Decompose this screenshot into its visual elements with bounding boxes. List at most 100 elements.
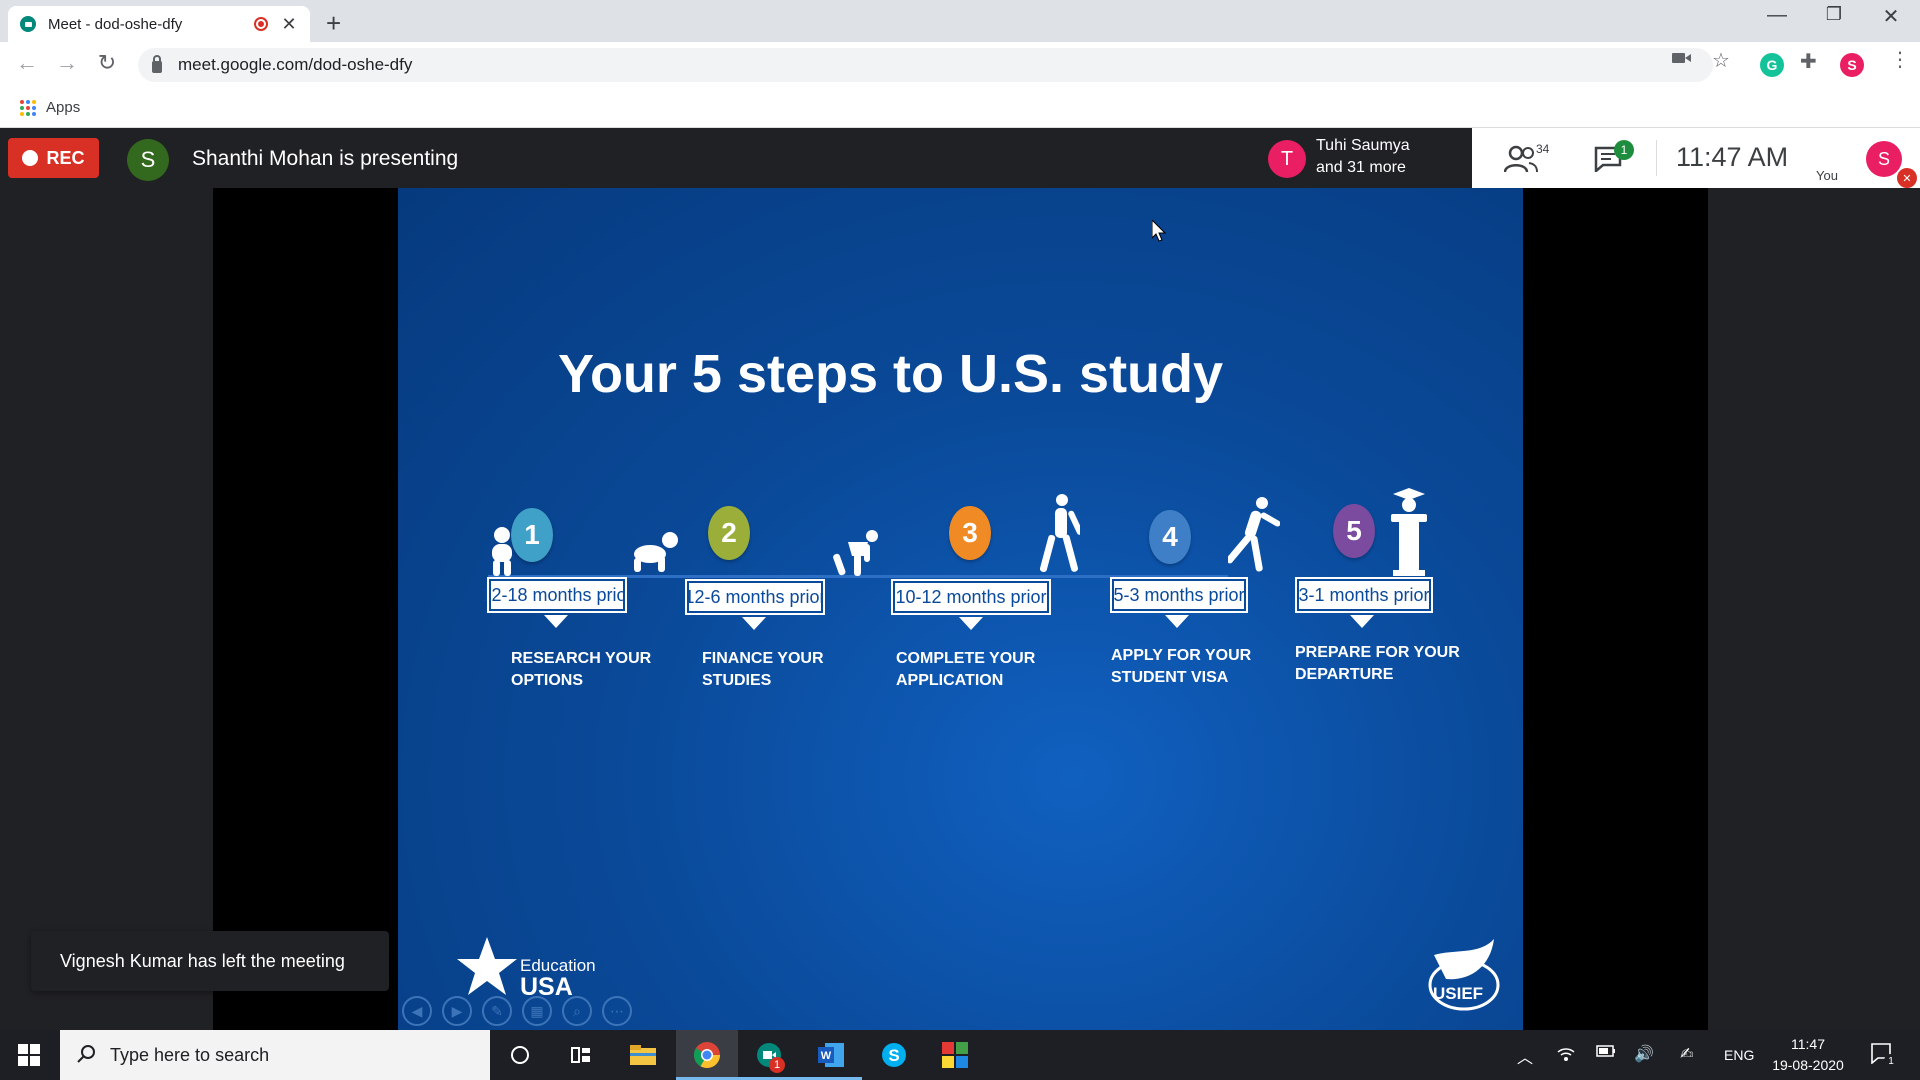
step-4-timeframe: 5-3 months prior [1110, 577, 1248, 613]
walking-figure-icon [1040, 494, 1080, 573]
taskbar-time[interactable]: 11:47 [1768, 1036, 1848, 1052]
back-arrow-icon[interactable]: ← [12, 50, 42, 76]
url-text: meet.google.com/dod-oshe-dfy [178, 55, 413, 74]
svg-text:S: S [888, 1046, 899, 1065]
slide-title: Your 5 steps to U.S. study [557, 344, 1224, 404]
step-4-circle: 4 [1149, 510, 1191, 564]
meet-controls-panel: T Tuhi Saumya and 31 more 34 1 11:47 AM … [1256, 128, 1920, 188]
browser-toolbar: ← → ↻ meet.google.com/dod-oshe-dfy ☆ G ✚… [0, 42, 1920, 88]
slideshow-grid-icon[interactable]: ▦ [522, 996, 552, 1026]
file-explorer-icon[interactable] [628, 1040, 658, 1070]
new-tab-button[interactable]: + [326, 8, 341, 39]
step-1-timeframe: 12-18 months prior [481, 577, 633, 613]
people-icon[interactable] [1504, 144, 1538, 174]
step-3-arrow-icon [959, 617, 983, 630]
step-3-circle: 3 [949, 506, 991, 560]
meeting-clock: 11:47 AM [1676, 142, 1789, 172]
meet-favicon-icon [20, 16, 36, 32]
restore-button[interactable]: ❐ [1805, 4, 1863, 25]
rec-label: REC [46, 147, 85, 168]
participant-more: and 31 more [1316, 159, 1406, 176]
apps-grid-icon[interactable] [20, 99, 36, 116]
recording-button[interactable]: REC [8, 138, 99, 178]
search-icon [77, 1045, 95, 1063]
lock-icon [152, 55, 162, 73]
recording-indicator-icon [254, 17, 268, 31]
skype-taskbar-icon[interactable]: S [879, 1040, 909, 1070]
step-2-circle: 2 [708, 506, 750, 560]
record-dot-icon [22, 150, 39, 166]
slideshow-next-icon[interactable]: ▶ [442, 996, 472, 1026]
windows-start-icon[interactable] [18, 1044, 40, 1066]
step-1-label: RESEARCH YOUR OPTIONS [511, 650, 652, 689]
profile-avatar[interactable]: S [1840, 53, 1864, 77]
step-2-timeframe: 12-6 months prior [684, 579, 826, 615]
slideshow-more-icon[interactable]: ⋯ [602, 996, 632, 1026]
step-5-timeframe: 3-1 months prior [1295, 577, 1433, 613]
windows-taskbar: Type here to search 1 W S ︿ 🔊 ✍ ENG 11:4… [0, 1030, 1920, 1080]
chrome-taskbar-icon[interactable] [692, 1040, 722, 1070]
participant-avatar: T [1268, 140, 1306, 178]
minimize-button[interactable]: — [1748, 4, 1806, 27]
step-4-arrow-icon [1165, 615, 1189, 628]
volume-icon[interactable]: 🔊 [1634, 1044, 1654, 1064]
search-placeholder: Type here to search [110, 1044, 270, 1065]
notification-count-badge: 1 [1884, 1054, 1898, 1068]
camera-icon[interactable] [1672, 50, 1692, 71]
participant-name: Tuhi Saumya [1316, 137, 1410, 154]
apps-bookmark[interactable]: Apps [46, 99, 80, 116]
tab-title: Meet - dod-oshe-dfy [48, 15, 183, 33]
close-window-button[interactable]: ✕ [1862, 4, 1920, 29]
self-avatar[interactable]: S [1866, 141, 1902, 177]
step-3-timeframe: 10-12 months prior [891, 579, 1051, 615]
pen-ink-icon[interactable]: ✍ [1680, 1044, 1693, 1064]
extensions-puzzle-icon[interactable]: ✚ [1800, 49, 1817, 74]
grammarly-extension-icon[interactable]: G [1760, 53, 1784, 77]
word-taskbar-icon[interactable]: W [816, 1040, 846, 1070]
language-indicator[interactable]: ENG [1724, 1047, 1754, 1063]
browser-tab-strip: Meet - dod-oshe-dfy ✕ + — ❐ ✕ [0, 0, 1920, 42]
mouse-cursor-icon [1152, 220, 1166, 242]
step-4-label: APPLY FOR YOUR STUDENT VISA [1111, 647, 1252, 686]
taskbar-search-box[interactable]: Type here to search [60, 1030, 490, 1080]
logo-usief-text: USIEF [1433, 984, 1484, 1003]
meet-top-bar: REC S Shanthi Mohan is presenting T Tuhi… [0, 128, 1920, 188]
slideshow-pen-icon[interactable]: ✎ [482, 996, 512, 1026]
presented-slide: Your 5 steps to U.S. study 1 12-18 month… [398, 188, 1523, 1030]
chrome-menu-icon[interactable]: ⋮ [1890, 47, 1910, 72]
svg-text:W: W [821, 1050, 832, 1062]
tray-chevron-icon[interactable]: ︿ [1517, 1044, 1533, 1068]
participant-left-toast: Vignesh Kumar has left the meeting [31, 931, 389, 991]
mic-off-icon: ✕ [1897, 168, 1917, 188]
slideshow-prev-icon[interactable]: ◀ [402, 996, 432, 1026]
bookmark-star-icon[interactable]: ☆ [1712, 48, 1730, 73]
presenting-status: Shanthi Mohan is presenting [192, 147, 459, 170]
step-1-circle: 1 [511, 508, 553, 562]
wifi-icon[interactable] [1556, 1044, 1576, 1067]
step-5-circle: 5 [1333, 504, 1375, 558]
slideshow-zoom-icon[interactable]: ⌕ [562, 996, 592, 1026]
participant-count: 34 [1536, 142, 1550, 156]
browser-tab[interactable]: Meet - dod-oshe-dfy ✕ [8, 6, 310, 42]
bookmarks-bar: Apps [0, 88, 1920, 128]
running-figure-icon [1228, 497, 1280, 572]
you-label: You [1816, 168, 1838, 183]
standing-up-figure-icon [833, 530, 878, 576]
presenter-avatar: S [127, 139, 169, 181]
address-bar[interactable]: meet.google.com/dod-oshe-dfy [138, 48, 1713, 82]
meet-app-badge: 1 [769, 1057, 785, 1073]
step-1-arrow-icon [544, 615, 568, 628]
participant-peek-card[interactable]: T Tuhi Saumya and 31 more [1256, 128, 1472, 188]
reload-icon[interactable]: ↻ [92, 50, 122, 76]
app-grid-taskbar-icon[interactable] [940, 1040, 970, 1070]
divider [1656, 140, 1657, 176]
step-5-label: PREPARE FOR YOUR DEPARTURE [1295, 644, 1460, 683]
battery-icon[interactable] [1596, 1044, 1616, 1063]
crawling-baby-icon [634, 532, 678, 572]
tab-close-icon[interactable]: ✕ [280, 14, 298, 35]
step-3-label: COMPLETE YOUR APPLICATION [896, 650, 1036, 689]
task-view-icon[interactable] [566, 1040, 596, 1070]
forward-arrow-icon[interactable]: → [52, 50, 82, 76]
taskbar-date[interactable]: 19-08-2020 [1762, 1057, 1854, 1073]
cortana-icon[interactable] [505, 1040, 535, 1070]
